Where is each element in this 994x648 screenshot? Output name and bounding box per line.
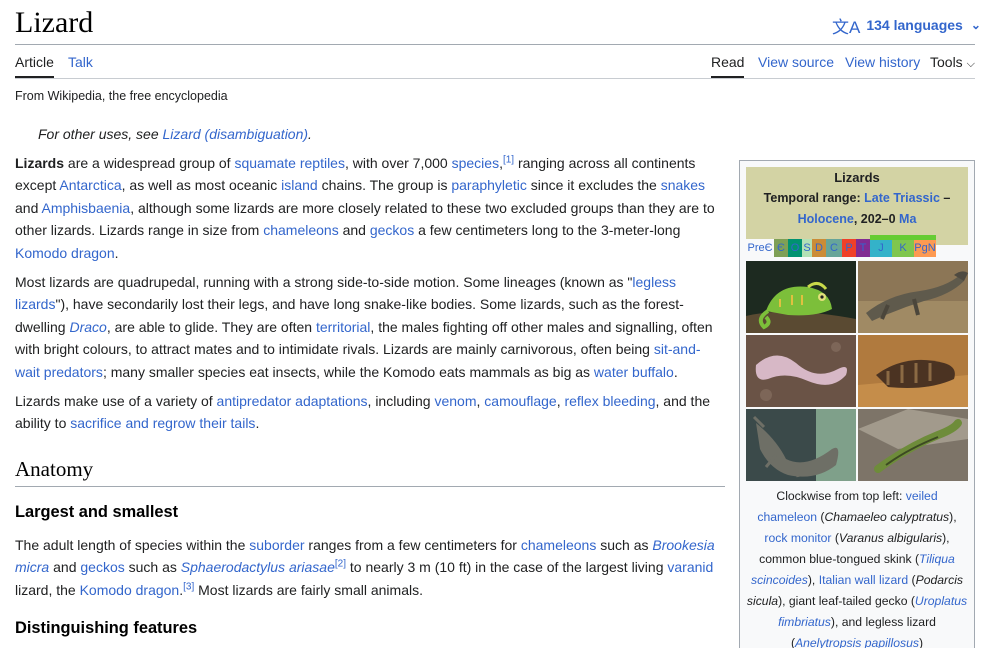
italic-text: Chamaeleo calyptratus xyxy=(824,510,950,524)
tab-article[interactable]: Article xyxy=(15,54,54,78)
timeline-period[interactable]: C xyxy=(826,239,842,257)
wiki-link[interactable]: geckos xyxy=(80,559,124,575)
citation-link[interactable]: [3] xyxy=(183,581,194,592)
disambiguation-link[interactable]: Lizard (disambiguation) xyxy=(163,126,309,142)
wiki-link[interactable]: venom xyxy=(434,393,476,409)
site-tagline: From Wikipedia, the free encyclopedia xyxy=(15,89,228,103)
photo-legless-lizard[interactable] xyxy=(746,335,856,407)
timeline-period[interactable]: O xyxy=(788,239,802,257)
photo-leaf-tailed-gecko[interactable] xyxy=(746,409,856,481)
wiki-link[interactable]: chameleons xyxy=(263,222,339,238)
italic-text: Varanus albigularis xyxy=(838,531,943,545)
infobox-title: Lizards xyxy=(834,170,880,185)
temporal-range: Temporal range: Late Triassic – xyxy=(763,191,951,205)
timeline-period[interactable]: K xyxy=(892,239,914,257)
tab-view-source[interactable]: View source xyxy=(758,54,834,78)
infobox-photo-grid xyxy=(746,261,968,483)
section-divider xyxy=(15,486,725,487)
timeline-period[interactable]: Є xyxy=(774,239,788,257)
title-divider xyxy=(15,44,975,45)
wiki-link[interactable]: Anelytropsis papillosus xyxy=(795,636,919,648)
largest-paragraph: The adult length of species within the s… xyxy=(15,537,715,598)
tools-menu[interactable]: Tools ⌵ xyxy=(930,54,975,78)
wiki-link[interactable]: Italian wall lizard xyxy=(819,573,908,587)
photo-italian-wall-lizard[interactable] xyxy=(858,409,968,481)
timeline-period[interactable]: PreЄ xyxy=(746,239,774,257)
timeline-period[interactable]: D xyxy=(812,239,826,257)
wiki-link[interactable]: Draco xyxy=(69,319,106,335)
wiki-link[interactable]: Komodo dragon xyxy=(15,245,115,261)
wiki-link[interactable]: water buffalo xyxy=(594,364,674,380)
wiki-link[interactable]: Amphisbaenia xyxy=(41,200,130,216)
photo-blue-tongued-skink[interactable] xyxy=(858,335,968,407)
wiki-link[interactable]: sacrifice and regrow their tails xyxy=(70,415,255,431)
section-heading-anatomy: Anatomy xyxy=(15,457,94,481)
tab-talk[interactable]: Talk xyxy=(68,54,93,78)
subsection-heading-distinguishing: Distinguishing features xyxy=(15,619,198,637)
intro-paragraph-1: Lizards are a widespread group of squama… xyxy=(15,154,715,261)
page-title: Lizard xyxy=(15,6,94,39)
wiki-link[interactable]: squamate reptiles xyxy=(234,155,345,171)
infobox-caption: Clockwise from top left: veiled chameleo… xyxy=(746,489,968,648)
wiki-link[interactable]: Sphaerodactylus ariasae xyxy=(181,559,335,575)
holocene-link[interactable]: Holocene xyxy=(798,212,854,226)
geologic-timeline: PreЄ Є O S D C P T J K PgN xyxy=(746,235,968,257)
wiki-link[interactable]: suborder xyxy=(249,537,304,553)
tab-read[interactable]: Read xyxy=(711,54,745,78)
infobox-header: Lizards Temporal range: Late Triassic – … xyxy=(746,167,968,245)
hatnote: For other uses, see Lizard (disambiguati… xyxy=(38,126,312,142)
late-triassic-link[interactable]: Late Triassic xyxy=(864,191,940,205)
wiki-link[interactable]: species xyxy=(452,155,499,171)
timeline-period[interactable]: T xyxy=(856,239,870,257)
tab-view-history[interactable]: View history xyxy=(845,54,920,78)
subsection-heading-largest: Largest and smallest xyxy=(15,503,179,521)
chevron-down-icon: ⌄ xyxy=(970,18,981,32)
wiki-link[interactable]: chameleons xyxy=(521,537,597,553)
translate-icon: 文A xyxy=(832,17,861,37)
timeline-period[interactable]: PgN xyxy=(914,239,936,257)
temporal-range-bar xyxy=(870,235,936,240)
wiki-link[interactable]: snakes xyxy=(661,177,705,193)
bold-term: Lizards xyxy=(15,155,65,171)
wiki-link[interactable]: Antarctica xyxy=(59,177,121,193)
wiki-link[interactable]: geckos xyxy=(370,222,414,238)
chevron-down-icon: ⌵ xyxy=(966,58,975,70)
photo-rock-monitor[interactable] xyxy=(858,261,968,333)
wiki-link[interactable]: varanid xyxy=(667,559,713,575)
wiki-link[interactable]: island xyxy=(281,177,318,193)
wiki-link[interactable]: reflex bleeding xyxy=(564,393,655,409)
citation: [1] xyxy=(503,154,514,165)
intro-paragraph-2: Most lizards are quadrupedal, running wi… xyxy=(15,274,713,380)
languages-label: 134 languages xyxy=(866,17,963,33)
timeline-period[interactable]: P xyxy=(842,239,856,257)
timeline-period[interactable]: J xyxy=(870,239,892,257)
timeline-period[interactable]: S xyxy=(802,239,812,257)
ma-link[interactable]: Ma xyxy=(899,212,916,226)
citation-link[interactable]: [2] xyxy=(335,559,346,570)
wiki-link[interactable]: camouflage xyxy=(484,393,556,409)
wiki-link[interactable]: antipredator adaptations xyxy=(217,393,368,409)
tabs-divider xyxy=(15,78,975,79)
wiki-link[interactable]: rock monitor xyxy=(764,531,831,545)
wiki-link[interactable]: territorial xyxy=(316,319,370,335)
citation: [2] xyxy=(335,559,346,570)
wiki-link[interactable]: paraphyletic xyxy=(451,177,527,193)
wiki-link[interactable]: Komodo dragon xyxy=(80,582,180,598)
intro-paragraph-3: Lizards make use of a variety of antipre… xyxy=(15,393,711,432)
citation: [3] xyxy=(183,581,194,592)
languages-button[interactable]: 文A 134 languages ⌄ xyxy=(832,14,981,37)
photo-veiled-chameleon[interactable] xyxy=(746,261,856,333)
tools-label: Tools xyxy=(930,54,963,70)
citation-link[interactable]: [1] xyxy=(503,154,514,165)
infobox: Lizards Temporal range: Late Triassic – … xyxy=(739,160,975,648)
